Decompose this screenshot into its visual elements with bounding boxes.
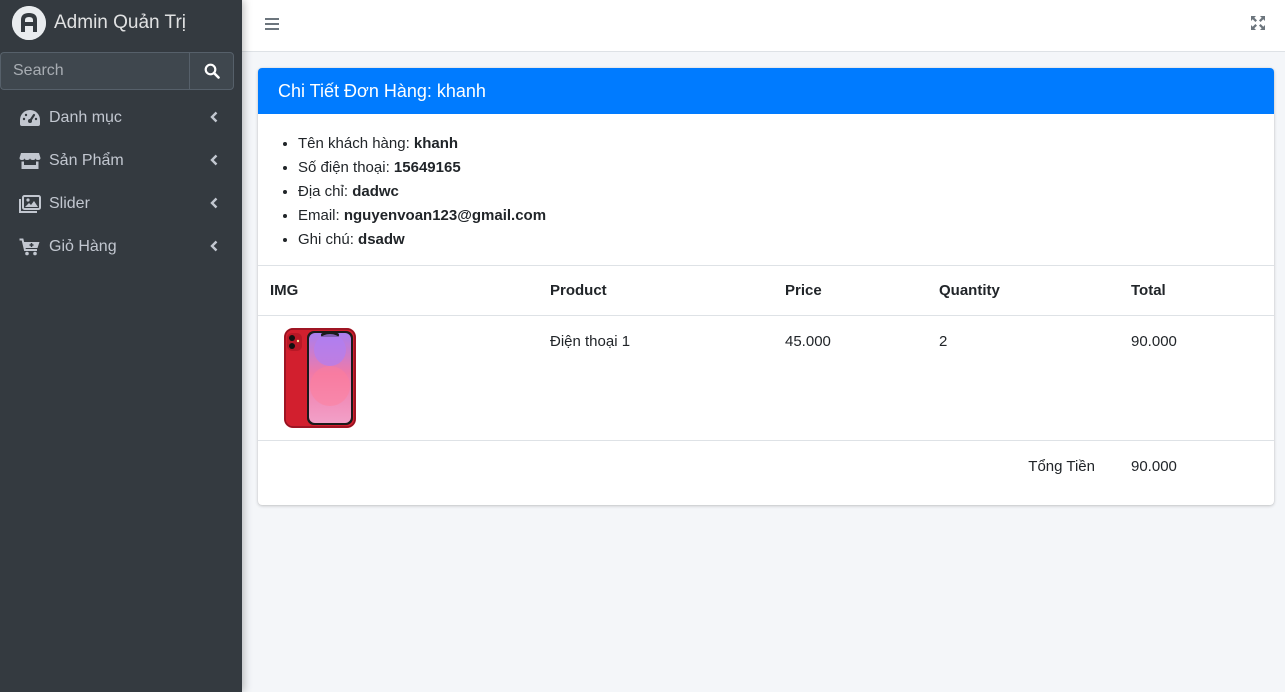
sidebar-item-label: Danh mục xyxy=(49,108,122,126)
product-image-cell xyxy=(258,315,538,441)
info-label: Tên khách hàng: xyxy=(298,135,410,152)
info-value: dadwc xyxy=(352,183,399,200)
sidebar-item-san-pham[interactable]: Sản Phẩm xyxy=(0,139,242,182)
sidebar: Admin Quản Trị Danh mục xyxy=(0,0,242,692)
product-price: 45.000 xyxy=(773,315,927,441)
chevron-left-icon xyxy=(210,154,218,166)
column-header-total: Total xyxy=(1119,266,1274,316)
order-items-table: IMG Product Price Quantity Total Điện th… xyxy=(258,266,1274,490)
grand-total-label: Tổng Tiền xyxy=(1028,457,1095,475)
info-value: khanh xyxy=(413,135,459,152)
sidebar-nav: Danh mục Sản Phẩm Slider Giỏ Hàng xyxy=(0,96,242,268)
order-detail-card: Chi Tiết Đơn Hàng: khanh Tên khách hàng:… xyxy=(258,68,1274,505)
sidebar-search xyxy=(0,52,234,90)
product-total: 90.000 xyxy=(1119,315,1274,441)
column-header-quantity: Quantity xyxy=(927,266,1119,316)
info-phone: Số điện thoại: 15649165 xyxy=(298,156,1274,180)
chevron-left-icon xyxy=(210,111,218,123)
top-navbar xyxy=(242,0,1285,52)
info-label: Email: xyxy=(298,207,340,224)
customer-info-list: Tên khách hàng: khanh Số điện thoại: 156… xyxy=(258,114,1274,266)
grand-total-row: Tổng Tiền 90.000 xyxy=(258,440,1274,490)
info-label: Ghi chú: xyxy=(298,231,354,248)
column-header-product: Product xyxy=(538,266,773,316)
brand-name: Admin Quản Trị xyxy=(54,12,186,33)
search-icon xyxy=(204,63,220,79)
info-value: dsadw xyxy=(358,231,405,248)
info-value: 15649165 xyxy=(393,159,461,176)
menu-toggle-icon[interactable] xyxy=(264,16,282,34)
info-value: nguyenvoan123@gmail.com xyxy=(343,207,547,224)
product-image xyxy=(284,327,356,428)
sidebar-item-slider[interactable]: Slider xyxy=(0,182,242,225)
column-header-price: Price xyxy=(773,266,927,316)
table-header-row: IMG Product Price Quantity Total xyxy=(258,266,1274,316)
brand-logo-icon xyxy=(12,6,46,40)
sidebar-item-gio-hang[interactable]: Giỏ Hàng xyxy=(0,225,242,268)
chevron-left-icon xyxy=(210,240,218,252)
info-label: Số điện thoại: xyxy=(298,159,390,176)
dashboard-icon xyxy=(19,108,41,128)
search-input[interactable] xyxy=(0,52,189,90)
column-header-img: IMG xyxy=(258,266,538,316)
info-address: Địa chỉ: dadwc xyxy=(298,180,1274,204)
store-icon xyxy=(19,151,41,171)
info-note: Ghi chú: dsadw xyxy=(298,228,1274,252)
product-quantity: 2 xyxy=(927,315,1119,441)
product-name: Điện thoại 1 xyxy=(538,315,773,441)
fullscreen-icon[interactable] xyxy=(1250,15,1266,31)
sidebar-item-label: Slider xyxy=(49,194,90,212)
table-row: Điện thoại 1 45.000 2 90.000 xyxy=(258,315,1274,441)
search-button[interactable] xyxy=(189,52,234,90)
cart-icon xyxy=(19,237,41,257)
card-title: Chi Tiết Đơn Hàng: khanh xyxy=(258,68,1274,114)
images-icon xyxy=(19,194,41,214)
grand-total-value: 90.000 xyxy=(1131,457,1177,475)
sidebar-item-label: Sản Phẩm xyxy=(49,151,124,169)
sidebar-item-danh-muc[interactable]: Danh mục xyxy=(0,96,242,139)
info-customer-name: Tên khách hàng: khanh xyxy=(298,132,1274,156)
info-email: Email: nguyenvoan123@gmail.com xyxy=(298,204,1274,228)
brand-link[interactable]: Admin Quản Trị xyxy=(0,0,242,46)
info-label: Địa chỉ: xyxy=(298,183,349,200)
sidebar-item-label: Giỏ Hàng xyxy=(49,237,117,255)
chevron-left-icon xyxy=(210,197,218,209)
